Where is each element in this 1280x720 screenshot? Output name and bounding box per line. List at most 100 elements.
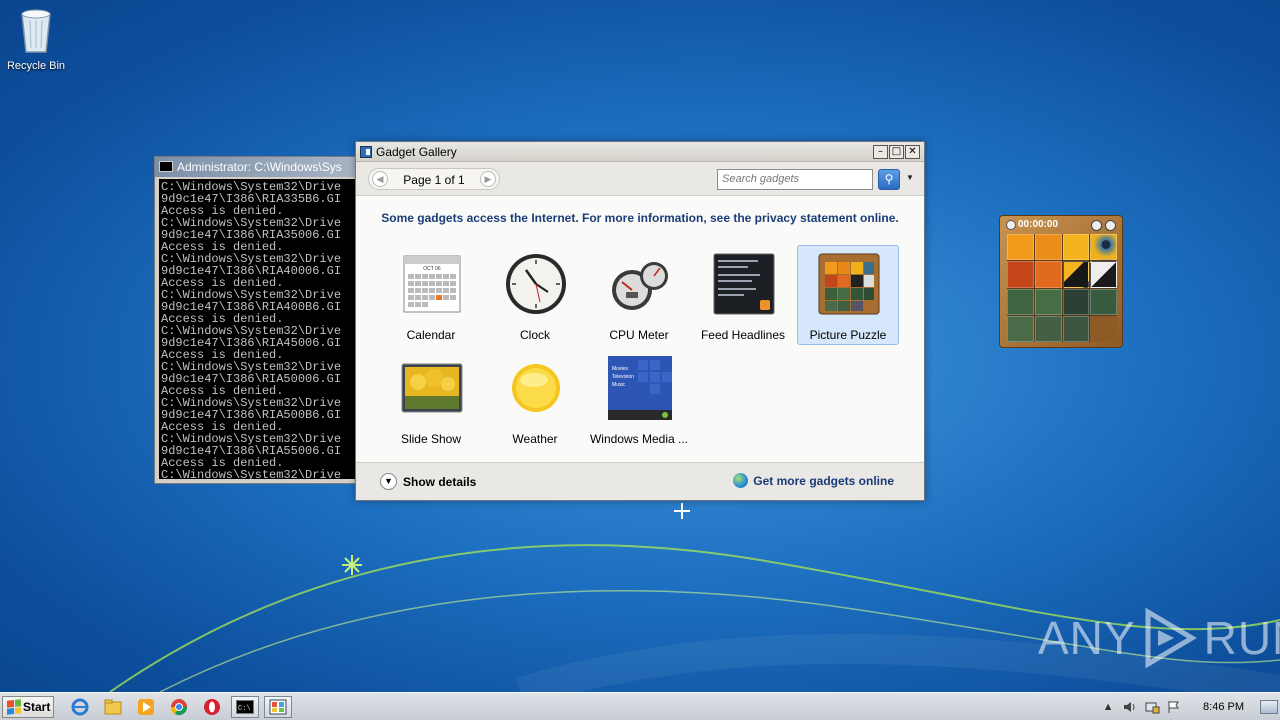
puzzle-tile[interactable] — [1062, 234, 1090, 261]
picture-puzzle-icon — [818, 253, 880, 315]
taskbar-media-player[interactable] — [132, 696, 160, 718]
gadget-label: Feed Headlines — [700, 328, 786, 342]
recycle-bin-icon — [21, 9, 51, 53]
media-item: Movies — [612, 366, 628, 372]
get-more-label: Get more gadgets online — [753, 473, 894, 488]
chevron-down-icon: ▼ — [380, 473, 397, 490]
gadget-picture-puzzle[interactable]: Picture Puzzle — [797, 245, 899, 345]
minimize-button[interactable]: – — [873, 145, 888, 159]
show-details-label: Show details — [403, 474, 477, 489]
get-more-gadgets-link[interactable]: Get more gadgets online — [733, 473, 894, 488]
puzzle-tile[interactable] — [1007, 315, 1034, 342]
calendar-icon: OCT 06 — [403, 255, 461, 313]
gallery-title: Gadget Gallery — [376, 145, 457, 159]
puzzle-tile[interactable] — [1062, 315, 1090, 342]
cpu-meter-icon — [612, 262, 668, 310]
show-desktop-button[interactable] — [1260, 699, 1278, 714]
help-icon[interactable] — [1091, 220, 1102, 231]
console-window[interactable]: Administrator: C:\Windows\Sys C:\Windows… — [154, 156, 364, 484]
puzzle-tile[interactable] — [1034, 315, 1062, 342]
privacy-notice[interactable]: Some gadgets access the Internet. For mo… — [356, 211, 924, 225]
puzzle-grid[interactable] — [1007, 234, 1117, 342]
windows-logo-icon — [7, 699, 21, 715]
gadget-cpu-meter[interactable]: CPU Meter — [588, 245, 690, 345]
globe-icon — [733, 473, 749, 488]
gadget-clock[interactable]: Clock — [484, 245, 586, 345]
gadget-gallery-window[interactable]: Gadget Gallery – □ ✕ ◀ Page 1 of 1 ▶ Sea… — [355, 141, 925, 501]
puzzle-tile[interactable] — [1034, 288, 1062, 315]
search-input[interactable]: Search gadgets — [717, 169, 873, 190]
chrome-icon — [170, 699, 188, 716]
media-item: Music — [612, 382, 626, 388]
gadget-feed-headlines[interactable]: Feed Headlines — [692, 245, 794, 345]
puzzle-header: 00:00:00 — [1004, 218, 1118, 232]
puzzle-tile[interactable] — [1090, 288, 1117, 315]
taskbar-clock[interactable]: 8:46 PM — [1203, 701, 1244, 713]
gallery-footer: ▼ Show details Get more gadgets online — [356, 462, 924, 500]
gadget-label: Picture Puzzle — [809, 328, 887, 342]
media-item: Television — [612, 374, 634, 380]
puzzle-tile[interactable] — [1062, 261, 1090, 288]
puzzle-tile[interactable] — [1062, 288, 1090, 315]
volume-icon[interactable] — [1121, 699, 1139, 715]
weather-icon — [512, 364, 560, 412]
console-output[interactable]: C:\Windows\System32\Drive 9d9c1e47\I386\… — [159, 179, 363, 479]
recycle-bin[interactable]: Recycle Bin — [4, 6, 68, 72]
search-button[interactable]: ⚲ — [878, 169, 900, 190]
puzzle-timer: 00:00:00 — [1018, 219, 1059, 230]
show-hidden-icons-button[interactable]: ▲ — [1099, 699, 1117, 715]
gallery-titlebar[interactable]: Gadget Gallery – □ ✕ — [356, 142, 924, 162]
puzzle-tile[interactable] — [1007, 234, 1034, 261]
puzzle-tile[interactable] — [1090, 234, 1117, 261]
taskbar: Start C:\ ▲ 8:46 PM — [0, 692, 1280, 720]
gadget-weather[interactable]: Weather — [484, 349, 586, 449]
media-player-icon — [138, 699, 154, 715]
opera-icon — [204, 699, 220, 715]
gallery-toolbar: ◀ Page 1 of 1 ▶ Search gadgets ⚲ ▼ — [356, 162, 924, 196]
start-button[interactable]: Start — [2, 696, 54, 718]
cmd-icon — [159, 161, 173, 172]
cmd-icon: C:\ — [236, 700, 254, 714]
gadget-label: Windows Media ... — [589, 432, 689, 446]
windows-media-center-icon: Movies Television Music — [608, 356, 672, 420]
gadget-calendar[interactable]: OCT 06 Calendar — [380, 245, 482, 345]
puzzle-tile[interactable] — [1034, 234, 1062, 261]
slide-show-icon — [401, 363, 463, 413]
taskbar-chrome[interactable] — [165, 696, 193, 718]
console-titlebar[interactable]: Administrator: C:\Windows\Sys — [155, 157, 363, 177]
network-icon[interactable] — [1143, 699, 1161, 715]
svg-text:C:\: C:\ — [238, 705, 251, 713]
puzzle-empty-slot — [1090, 315, 1117, 342]
close-button[interactable]: ✕ — [905, 145, 920, 159]
puzzle-tile[interactable] — [1007, 288, 1034, 315]
maximize-button[interactable]: □ — [889, 145, 904, 159]
anyrun-watermark: ANY RUN — [1038, 608, 1280, 668]
taskbar-cmd[interactable]: C:\ — [231, 696, 259, 718]
console-title: Administrator: C:\Windows\Sys — [177, 160, 342, 174]
recycle-bin-label: Recycle Bin — [6, 60, 66, 72]
picture-puzzle-gadget[interactable]: 00:00:00 — [999, 215, 1123, 348]
pager: ◀ Page 1 of 1 ▶ — [368, 168, 500, 190]
gadget-label: Weather — [512, 432, 558, 446]
taskbar-internet-explorer[interactable] — [66, 696, 94, 718]
play-logo-icon — [1145, 608, 1197, 668]
taskbar-gadget-gallery[interactable] — [264, 696, 292, 718]
internet-explorer-icon — [71, 698, 89, 716]
shuffle-icon[interactable] — [1105, 220, 1116, 231]
gadget-gallery-icon — [360, 146, 372, 158]
start-label: Start — [23, 700, 51, 714]
show-details-toggle[interactable]: ▼ Show details — [380, 473, 476, 490]
puzzle-tile[interactable] — [1090, 261, 1117, 288]
search-options-dropdown[interactable]: ▼ — [906, 173, 914, 182]
gadget-gallery-icon — [269, 699, 287, 715]
puzzle-tile[interactable] — [1034, 261, 1062, 288]
gadget-label: Calendar — [406, 328, 456, 342]
taskbar-opera[interactable] — [198, 696, 226, 718]
gadget-slide-show[interactable]: Slide Show — [380, 349, 482, 449]
feed-headlines-icon — [713, 253, 775, 315]
taskbar-explorer[interactable] — [99, 696, 127, 718]
action-center-flag-icon[interactable] — [1165, 699, 1183, 715]
puzzle-tile[interactable] — [1007, 261, 1034, 288]
next-page-button[interactable]: ▶ — [480, 171, 496, 187]
gadget-windows-media-center[interactable]: Movies Television Music Windows Media ..… — [588, 349, 690, 449]
